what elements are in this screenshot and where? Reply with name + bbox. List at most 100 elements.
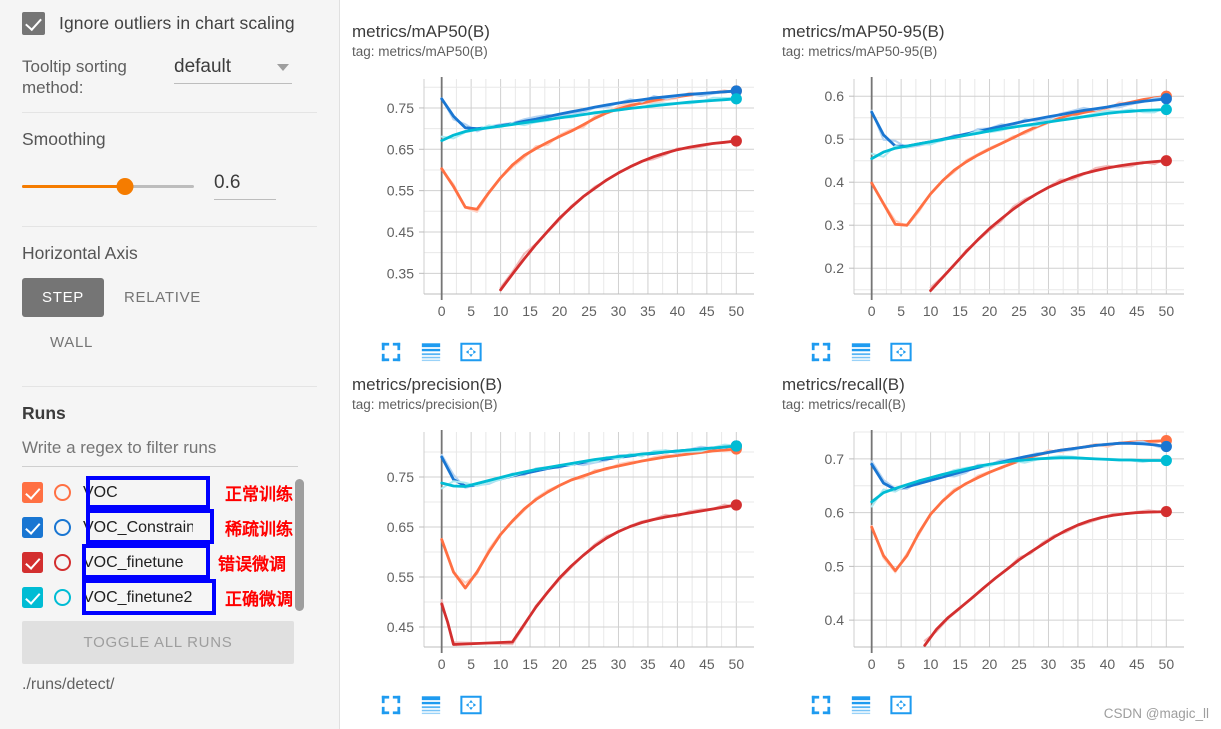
svg-text:0: 0 <box>868 656 876 672</box>
toggle-all-runs-button[interactable]: TOGGLE ALL RUNS <box>22 621 294 664</box>
slider-thumb[interactable] <box>116 177 134 195</box>
svg-text:0.4: 0.4 <box>825 612 845 628</box>
axis-button-step[interactable]: STEP <box>22 278 104 317</box>
svg-text:0.45: 0.45 <box>387 619 414 635</box>
chart-toolbar-1 <box>782 341 1217 363</box>
chart-tag-0: tag: metrics/mAP50(B) <box>352 44 488 59</box>
ignore-outliers-checkbox[interactable] <box>22 11 45 35</box>
axis-button-wall[interactable]: WALL <box>30 323 113 362</box>
chart-plot-1[interactable]: 0.2 0.3 0.4 0.5 0.6 0 5 10 15 20 25 30 35 40 45 50 <box>782 71 1217 335</box>
fit-domain-icon[interactable] <box>460 341 482 363</box>
svg-text:10: 10 <box>923 656 939 672</box>
fullscreen-icon[interactable] <box>810 341 832 363</box>
run-color-circle-voc[interactable] <box>54 484 71 501</box>
svg-text:15: 15 <box>522 303 538 319</box>
chart-plot-2[interactable]: 0.45 0.55 0.65 0.75 0 5 10 15 20 25 30 35 40 45 50 <box>352 424 782 688</box>
horizontal-axis-buttons: STEP RELATIVE <box>0 278 339 317</box>
watermark: CSDN @magic_ll <box>1103 706 1209 721</box>
run-name-voc-constraint: VOC_Constraint <box>83 518 193 536</box>
fit-domain-icon[interactable] <box>890 694 912 716</box>
svg-text:25: 25 <box>1011 656 1027 672</box>
svg-text:25: 25 <box>1011 303 1027 319</box>
svg-text:40: 40 <box>1100 656 1116 672</box>
run-annotation-voc-finetune2: 正确微调 <box>225 590 293 610</box>
tooltip-sorting-select[interactable]: default <box>174 56 292 84</box>
svg-text:50: 50 <box>729 656 745 672</box>
fullscreen-icon[interactable] <box>380 341 402 363</box>
tensorboard-page: Ignore outliers in chart scaling Tooltip… <box>0 0 1221 729</box>
smoothing-row: 0.6 <box>0 172 339 200</box>
tooltip-sorting-row: Tooltip sorting method: default <box>0 46 339 98</box>
chart-tag-1: tag: metrics/mAP50-95(B) <box>782 44 938 59</box>
svg-text:0.75: 0.75 <box>387 100 414 116</box>
run-color-circle-voc-finetune2[interactable] <box>54 589 71 606</box>
svg-text:0.55: 0.55 <box>387 569 414 585</box>
run-checkbox-voc[interactable] <box>22 482 43 503</box>
svg-text:30: 30 <box>611 656 627 672</box>
fullscreen-icon[interactable] <box>810 694 832 716</box>
svg-text:0.7: 0.7 <box>825 451 845 467</box>
run-checkbox-voc-constraint[interactable] <box>22 517 43 538</box>
run-annotation-voc-finetune: 错误微调 <box>218 555 286 575</box>
svg-text:0.6: 0.6 <box>825 88 845 104</box>
chart-plot-0[interactable]: 0.35 0.45 0.55 0.65 0.75 0 5 10 15 20 25 30 35 40 45 50 <box>352 71 782 335</box>
svg-text:40: 40 <box>1100 303 1116 319</box>
svg-text:20: 20 <box>552 656 568 672</box>
svg-text:10: 10 <box>493 303 509 319</box>
svg-text:30: 30 <box>611 303 627 319</box>
run-item-voc-finetune2[interactable]: VOC_finetune2 正确微调 <box>18 580 300 615</box>
fullscreen-icon[interactable] <box>380 694 402 716</box>
smoothing-slider[interactable] <box>22 177 194 195</box>
svg-text:30: 30 <box>1041 656 1057 672</box>
data-table-icon[interactable] <box>420 341 442 363</box>
runs-scrollbar-thumb[interactable] <box>295 479 304 611</box>
runs-path-label: ./runs/detect/ <box>22 676 115 693</box>
svg-text:45: 45 <box>699 656 715 672</box>
svg-text:10: 10 <box>923 303 939 319</box>
fit-domain-icon[interactable] <box>890 341 912 363</box>
svg-text:45: 45 <box>699 303 715 319</box>
run-color-circle-voc-finetune[interactable] <box>54 554 71 571</box>
svg-text:35: 35 <box>1070 303 1086 319</box>
divider-1 <box>22 112 317 113</box>
svg-text:10: 10 <box>493 656 509 672</box>
svg-text:5: 5 <box>897 656 905 672</box>
runs-list[interactable]: VOC 正常训练 VOC_Constraint 稀疏训练 VOC_finetun… <box>18 475 304 617</box>
svg-text:50: 50 <box>729 303 745 319</box>
fit-domain-icon[interactable] <box>460 694 482 716</box>
tooltip-sorting-value: default <box>174 56 232 77</box>
svg-text:45: 45 <box>1129 303 1145 319</box>
runs-filter-input[interactable] <box>22 434 298 467</box>
svg-text:35: 35 <box>640 656 656 672</box>
divider-2 <box>22 226 317 227</box>
chart-toolbar-2 <box>352 694 782 716</box>
svg-text:15: 15 <box>952 656 968 672</box>
chart-plot-3[interactable]: 0.4 0.5 0.6 0.7 0 5 10 15 20 25 30 35 40 45 50 <box>782 424 1217 688</box>
horizontal-axis-title: Horizontal Axis <box>22 243 138 263</box>
run-name-voc: VOC <box>83 483 118 501</box>
svg-text:0.55: 0.55 <box>387 183 414 199</box>
svg-text:5: 5 <box>467 656 475 672</box>
ignore-outliers-label: Ignore outliers in chart scaling <box>59 12 295 33</box>
svg-text:30: 30 <box>1041 303 1057 319</box>
data-table-icon[interactable] <box>420 694 442 716</box>
svg-text:5: 5 <box>467 303 475 319</box>
svg-text:45: 45 <box>1129 656 1145 672</box>
run-item-voc-constraint[interactable]: VOC_Constraint 稀疏训练 <box>18 510 300 545</box>
smoothing-value-input[interactable]: 0.6 <box>214 172 276 200</box>
svg-text:25: 25 <box>581 303 597 319</box>
chart-card-1: metrics/mAP50-95(B) tag: metrics/mAP50-95… <box>782 22 1217 375</box>
data-table-icon[interactable] <box>850 694 872 716</box>
run-checkbox-voc-finetune[interactable] <box>22 552 43 573</box>
data-table-icon[interactable] <box>850 341 872 363</box>
ignore-outliers-row[interactable]: Ignore outliers in chart scaling <box>0 0 339 46</box>
run-annotation-voc: 正常训练 <box>225 485 293 505</box>
chart-tag-2: tag: metrics/precision(B) <box>352 397 498 412</box>
run-item-voc[interactable]: VOC 正常训练 <box>18 475 300 510</box>
run-checkbox-voc-finetune2[interactable] <box>22 587 43 608</box>
smoothing-title: Smoothing <box>22 129 106 149</box>
run-color-circle-voc-constraint[interactable] <box>54 519 71 536</box>
run-item-voc-finetune[interactable]: VOC_finetune 错误微调 <box>18 545 300 580</box>
svg-text:15: 15 <box>952 303 968 319</box>
axis-button-relative[interactable]: RELATIVE <box>104 278 221 317</box>
